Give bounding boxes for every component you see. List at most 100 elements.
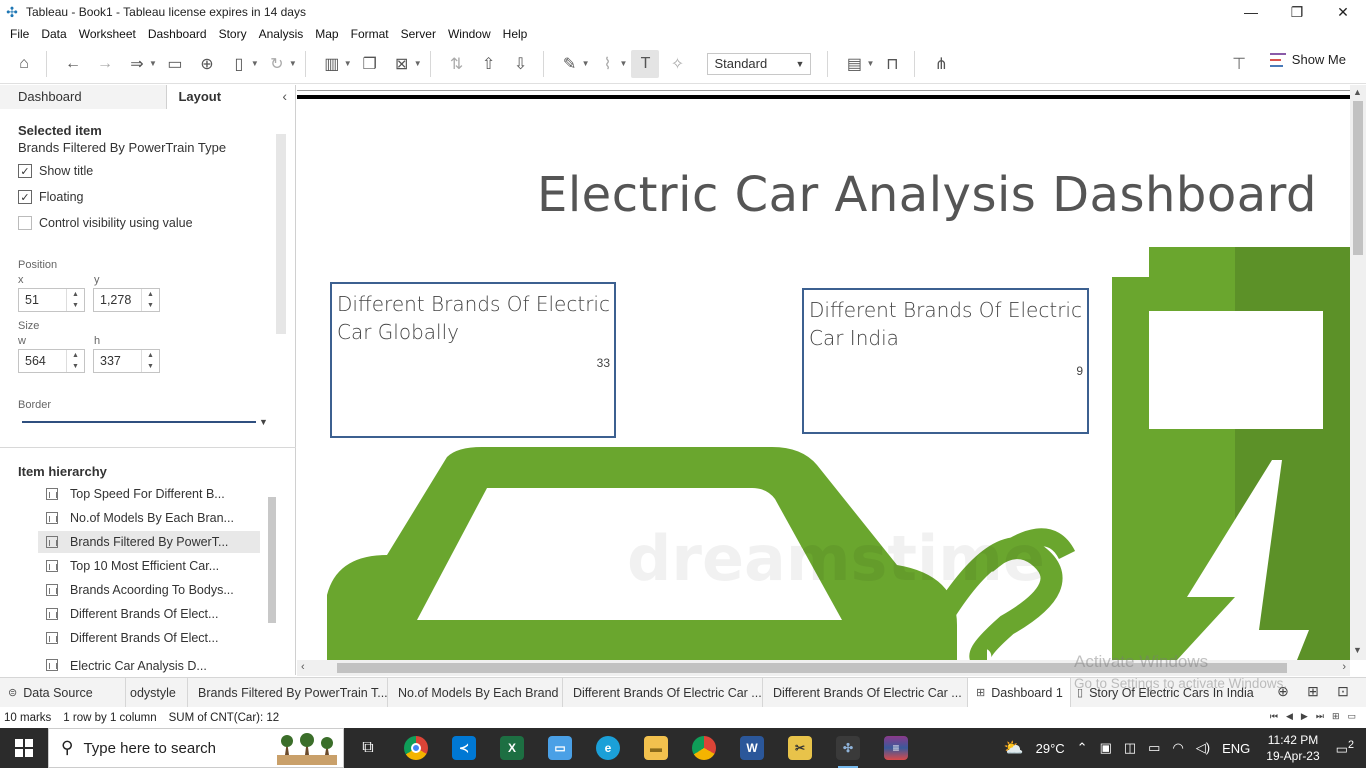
sheet-tab[interactable]: Brands Filtered By PowerTrain T... <box>188 677 388 708</box>
excel-icon[interactable]: X <box>488 728 536 768</box>
winrar-icon[interactable]: ≡ <box>872 728 920 768</box>
new-worksheet-icon[interactable]: ▥ <box>318 50 346 78</box>
height-field[interactable]: 337 ▲ ▼ <box>93 349 160 373</box>
scroll-right-icon[interactable]: › <box>1342 661 1346 673</box>
redo-icon[interactable]: → <box>91 50 119 78</box>
menu-file[interactable]: File <box>4 27 35 41</box>
menu-server[interactable]: Server <box>395 27 442 41</box>
close-button[interactable]: ✕ <box>1320 0 1366 24</box>
hierarchy-item[interactable]: Different Brands Of Elect... <box>38 627 260 649</box>
last-sheet-icon[interactable]: ⏭ <box>1316 711 1324 722</box>
hierarchy-item[interactable]: Top 10 Most Efficient Car... <box>38 555 260 577</box>
floating-row[interactable]: ✓ Floating <box>18 190 83 204</box>
hierarchy-item[interactable]: Electric Car Analysis D... <box>38 651 260 673</box>
chevron-down-icon[interactable]: ▼ <box>344 59 352 68</box>
chevron-down-icon[interactable]: ▼ <box>414 59 422 68</box>
new-story-icon[interactable]: ⊡ <box>1328 683 1358 700</box>
sheet-tab[interactable]: Different Brands Of Electric Car ... <box>563 677 763 708</box>
filmstrip-view-icon[interactable]: ▭ <box>1347 711 1356 722</box>
chevron-down-icon[interactable]: ▼ <box>251 59 259 68</box>
sort-ascending-icon[interactable]: ⇧ <box>475 50 503 78</box>
menu-worksheet[interactable]: Worksheet <box>73 27 142 41</box>
control-visibility-row[interactable]: Control visibility using value <box>18 216 193 230</box>
grid-view-icon[interactable]: ⊞ <box>1332 711 1340 722</box>
sort-descending-icon[interactable]: ⇩ <box>507 50 535 78</box>
tools-icon[interactable]: ✂ <box>776 728 824 768</box>
vertical-scroll-thumb[interactable] <box>1353 101 1363 255</box>
show-cards-icon[interactable]: ▤ <box>840 50 868 78</box>
wifi-icon[interactable]: ◠ <box>1172 740 1183 756</box>
sheet-tab[interactable]: odystyle <box>126 677 188 708</box>
chevron-down-icon[interactable]: ▼ <box>149 59 157 68</box>
temperature[interactable]: 29°C <box>1036 741 1065 756</box>
panel-scrollbar[interactable] <box>276 134 286 334</box>
pin-icon[interactable]: ✧ <box>663 50 691 78</box>
hierarchy-item-selected[interactable]: Brands Filtered By PowerT... <box>38 531 260 553</box>
new-data-source-icon[interactable]: ⊕ <box>193 50 221 78</box>
word-icon[interactable]: W <box>728 728 776 768</box>
pc-icon[interactable]: ▭ <box>536 728 584 768</box>
sheet-tab-active[interactable]: ⊞ Dashboard 1 <box>968 677 1071 708</box>
tab-data-source[interactable]: ⊜ Data Source <box>0 677 126 708</box>
highlight-icon[interactable]: ✎ <box>556 50 584 78</box>
hierarchy-scrollbar[interactable] <box>268 497 276 623</box>
width-field[interactable]: 564 ▲ ▼ <box>18 349 85 373</box>
chevron-down-icon[interactable]: ▼ <box>582 59 590 68</box>
swap-icon[interactable]: ⇅ <box>443 50 471 78</box>
y-position-field[interactable]: 1,278 ▲ ▼ <box>93 288 160 312</box>
menu-dashboard[interactable]: Dashboard <box>142 27 213 41</box>
vscode-icon[interactable]: ≺ <box>440 728 488 768</box>
hierarchy-item[interactable]: Different Brands Of Elect... <box>38 603 260 625</box>
chevron-down-icon[interactable]: ▼ <box>866 59 874 68</box>
format-paint-icon[interactable]: ⊤ <box>1232 54 1246 74</box>
show-title-row[interactable]: ✓ Show title <box>18 164 93 178</box>
floating-checkbox[interactable]: ✓ <box>18 190 32 204</box>
share-icon[interactable]: ⋔ <box>927 50 955 78</box>
replay-icon[interactable]: ⇒ <box>123 50 151 78</box>
notification-icon[interactable]: ▭2 <box>1336 739 1354 757</box>
weather-icon[interactable]: ⛅ <box>1004 738 1024 758</box>
scroll-up-icon[interactable]: ▲ <box>1353 87 1362 97</box>
show-labels-icon[interactable]: T <box>631 49 660 78</box>
restore-button[interactable]: ❐ <box>1274 0 1320 24</box>
menu-data[interactable]: Data <box>35 27 72 41</box>
scroll-down-icon[interactable]: ▼ <box>1353 645 1362 655</box>
file-explorer-icon[interactable]: ▬ <box>632 728 680 768</box>
kpi-global-brands[interactable]: Different Brands Of Electric Car Globall… <box>330 282 616 438</box>
show-me-button[interactable]: Show Me <box>1269 52 1346 67</box>
x-position-field[interactable]: 51 ▲ ▼ <box>18 288 85 312</box>
volume-icon[interactable]: ◁) <box>1196 740 1210 756</box>
undo-icon[interactable]: ← <box>59 50 87 78</box>
collapse-panel-icon[interactable]: ‹ <box>282 88 287 104</box>
clear-sheet-icon[interactable]: ⊠ <box>388 50 416 78</box>
minimize-button[interactable]: — <box>1228 0 1274 24</box>
chrome-icon[interactable] <box>392 728 440 768</box>
chevron-down-icon[interactable]: ▼ <box>289 59 297 68</box>
clock[interactable]: 11:42 PM 19-Apr-23 <box>1266 732 1319 764</box>
menu-analysis[interactable]: Analysis <box>253 27 310 41</box>
save-icon[interactable]: ▭ <box>161 50 189 78</box>
menu-map[interactable]: Map <box>309 27 344 41</box>
menu-story[interactable]: Story <box>213 27 253 41</box>
presentation-mode-icon[interactable]: ⊓ <box>878 50 906 78</box>
hierarchy-item[interactable]: No.of Models By Each Bran... <box>38 507 260 529</box>
hierarchy-item[interactable]: Top Speed For Different B... <box>38 483 260 505</box>
height-stepper[interactable]: ▲ ▼ <box>141 350 159 372</box>
chevron-down-icon[interactable]: ▼ <box>620 59 628 68</box>
new-dashboard-icon[interactable]: ⊞ <box>1298 683 1328 700</box>
scroll-left-icon[interactable]: ‹ <box>301 661 305 673</box>
device-icon[interactable]: ◫ <box>1124 740 1136 756</box>
vertical-scrollbar[interactable]: ▲ ▼ <box>1350 85 1366 660</box>
battery-icon[interactable]: ▭ <box>1148 740 1160 756</box>
menu-window[interactable]: Window <box>442 27 497 41</box>
duplicate-icon[interactable]: ❐ <box>356 50 384 78</box>
pause-updates-icon[interactable]: ▯ <box>225 50 253 78</box>
start-button[interactable] <box>0 728 48 768</box>
hierarchy-item[interactable]: Brands Acoording To Bodys... <box>38 579 260 601</box>
language-indicator[interactable]: ENG <box>1222 741 1250 756</box>
show-title-checkbox[interactable]: ✓ <box>18 164 32 178</box>
next-sheet-icon[interactable]: ▶ <box>1301 711 1308 722</box>
edge-icon[interactable]: e <box>584 728 632 768</box>
sheet-tab[interactable]: No.of Models By Each Brand <box>388 677 563 708</box>
menu-format[interactable]: Format <box>345 27 395 41</box>
